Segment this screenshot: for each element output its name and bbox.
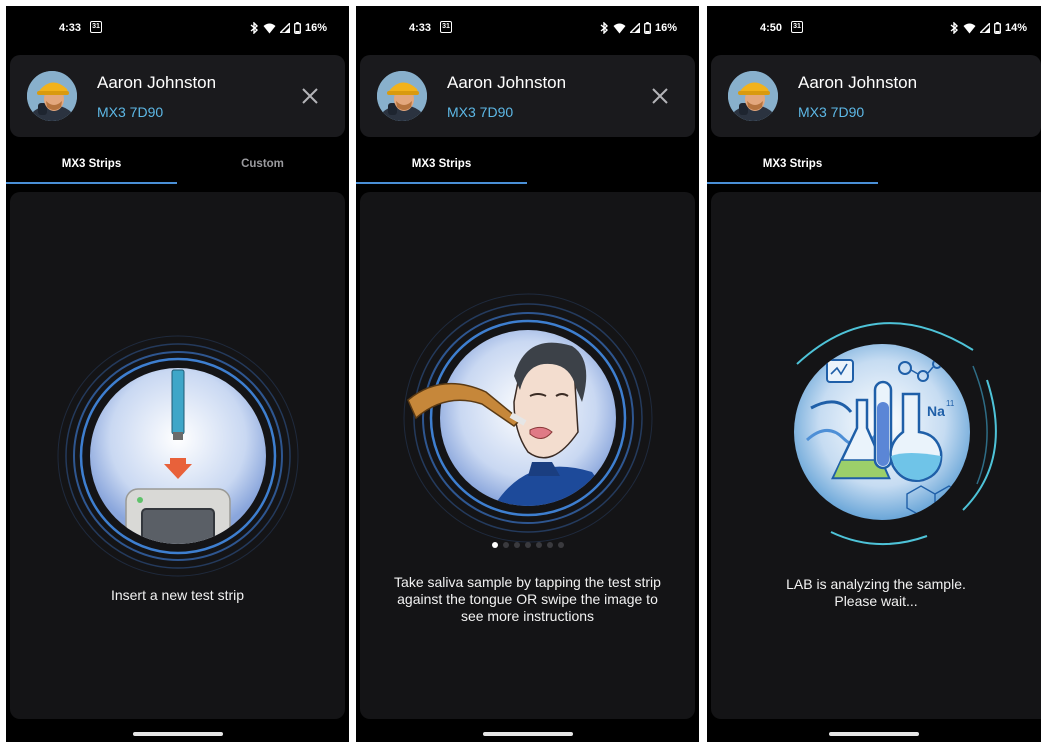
instruction-line-1: LAB is analyzing the sample.	[786, 576, 966, 592]
device-id: MX3 7D90	[447, 104, 514, 120]
status-bar: 4:33 31 16%	[356, 6, 699, 50]
tab-bar: MX3 Strips Custom	[6, 146, 349, 186]
avatar	[728, 71, 778, 121]
battery-icon	[644, 22, 651, 34]
wifi-icon	[963, 23, 976, 33]
user-name: Aaron Johnston	[447, 73, 567, 92]
cell-signal-icon	[279, 23, 290, 33]
close-icon[interactable]	[302, 88, 318, 104]
avatar	[377, 71, 427, 121]
page-indicator	[360, 542, 695, 548]
page-dot[interactable]	[491, 542, 498, 548]
home-indicator[interactable]	[132, 732, 223, 736]
tab-mx3-strips[interactable]: MX3 Strips	[707, 146, 878, 186]
page-dot[interactable]	[546, 542, 553, 548]
battery-icon	[294, 22, 301, 34]
user-name: Aaron Johnston	[97, 73, 217, 92]
calendar-icon: 31	[791, 21, 803, 33]
home-indicator[interactable]	[482, 732, 573, 736]
instruction-text: Insert a new test strip	[110, 587, 245, 603]
page-dot[interactable]	[513, 542, 520, 548]
lab-analyzing-illustration[interactable]: Na 11	[777, 310, 1007, 548]
calendar-icon: 31	[440, 21, 452, 33]
status-bar: 4:50 31 14%	[707, 6, 1041, 50]
wifi-icon	[613, 23, 626, 33]
device-id: MX3 7D90	[798, 104, 865, 120]
element-superscript: 11	[946, 399, 955, 408]
saliva-sample-illustration[interactable]	[402, 292, 654, 544]
battery-percent: 16%	[654, 22, 677, 34]
bluetooth-icon	[250, 22, 259, 34]
battery-percent: 14%	[1004, 22, 1027, 34]
content-card: Na 11 LAB is analyzing the sample. Pleas…	[711, 192, 1041, 719]
instruction-text: Take saliva sample by tapping the test s…	[394, 574, 661, 624]
user-header-card: Aaron Johnston MX3 7D90	[10, 55, 345, 137]
insert-strip-illustration[interactable]	[56, 334, 300, 578]
page-dot[interactable]	[557, 542, 564, 548]
home-indicator[interactable]	[829, 732, 919, 736]
tab-mx3-strips[interactable]: MX3 Strips	[356, 146, 527, 186]
page-dot[interactable]	[502, 542, 509, 548]
avatar	[27, 71, 77, 121]
user-header-card: Aaron Johnston MX3 7D90	[711, 55, 1041, 137]
instruction-text: LAB is analyzing the sample. Please wait…	[711, 576, 1041, 610]
battery-percent: 16%	[304, 22, 327, 34]
status-time: 4:33	[59, 22, 82, 34]
battery-icon	[994, 22, 1001, 34]
phone-screen-insert-strip: 4:33 31 16% Aaron Johnston MX3 7D90 MX3 …	[6, 6, 349, 742]
tab-bar: MX3 Strips	[356, 146, 699, 186]
tab-bar: MX3 Strips	[707, 146, 1041, 186]
cell-signal-icon	[979, 23, 990, 33]
phone-screen-saliva-sample: 4:33 31 16% Aaron Johnston MX3 7D90 MX3 …	[356, 6, 699, 742]
page-dot[interactable]	[535, 542, 542, 548]
tab-mx3-strips[interactable]: MX3 Strips	[6, 146, 177, 186]
phone-screen-lab-analyzing: 4:50 31 14% Aaron Johnston MX3 7D90 MX3	[707, 6, 1041, 742]
user-name: Aaron Johnston	[798, 73, 918, 92]
wifi-icon	[263, 23, 276, 33]
content-card: Take saliva sample by tapping the test s…	[360, 192, 695, 719]
status-time: 4:33	[409, 22, 432, 34]
cell-signal-icon	[629, 23, 640, 33]
tab-custom[interactable]: Custom	[177, 146, 348, 186]
instruction-line-2: Please wait...	[834, 593, 918, 609]
close-icon[interactable]	[652, 88, 668, 104]
element-symbol: Na	[927, 403, 945, 419]
content-card: Insert a new test strip	[10, 192, 345, 719]
status-time: 4:50	[760, 22, 783, 34]
calendar-icon: 31	[90, 21, 102, 33]
status-bar: 4:33 31 16%	[6, 6, 349, 50]
user-header-card: Aaron Johnston MX3 7D90	[360, 55, 695, 137]
page-dot[interactable]	[524, 542, 531, 548]
bluetooth-icon	[950, 22, 959, 34]
device-id: MX3 7D90	[97, 104, 164, 120]
bluetooth-icon	[600, 22, 609, 34]
